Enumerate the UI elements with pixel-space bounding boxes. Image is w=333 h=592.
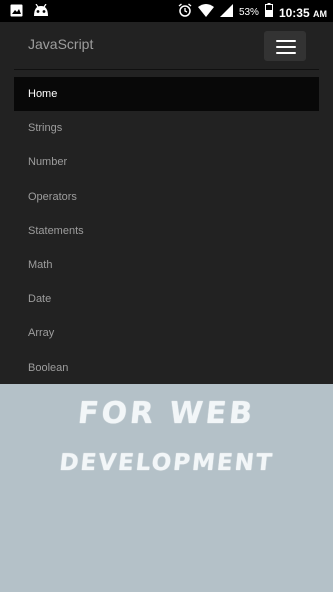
clock-time: 10:35 xyxy=(278,5,310,20)
battery-percent: 53% xyxy=(238,7,259,18)
nav-item-statements[interactable]: Statements xyxy=(14,214,319,248)
nav-item-math[interactable]: Math xyxy=(14,248,319,282)
clock: 10:35 AM xyxy=(279,6,327,20)
image-icon xyxy=(10,4,23,22)
menu-toggle-button[interactable] xyxy=(264,31,306,61)
nav-item-array[interactable]: Array xyxy=(14,316,319,350)
banner-title-line1: FOR WEB xyxy=(76,396,257,431)
nav-item-strings[interactable]: Strings xyxy=(14,111,319,145)
alarm-icon xyxy=(178,3,192,22)
wifi-icon xyxy=(197,3,214,22)
status-bar: 53% 10:35 AM xyxy=(0,0,333,22)
navbar-brand[interactable]: JavaScript xyxy=(28,36,93,52)
nav-item-date[interactable]: Date xyxy=(14,282,319,316)
nav-item-boolean[interactable]: Boolean xyxy=(14,351,319,385)
nav-item-operators[interactable]: Operators xyxy=(14,180,319,214)
signal-icon xyxy=(219,3,233,22)
android-icon xyxy=(33,3,49,22)
nav-item-number[interactable]: Number xyxy=(14,145,319,179)
navbar: JavaScript Home Strings Number Operators… xyxy=(0,22,333,384)
nav-menu: Home Strings Number Operators Statements… xyxy=(14,77,319,385)
banner-title-line2: DEVELOPMENT xyxy=(58,450,275,476)
clock-ampm: AM xyxy=(313,8,327,19)
hero-banner: FOR WEB DEVELOPMENT xyxy=(0,384,333,592)
battery-icon xyxy=(264,3,273,22)
nav-item-home[interactable]: Home xyxy=(14,77,319,112)
navbar-divider xyxy=(14,69,319,70)
